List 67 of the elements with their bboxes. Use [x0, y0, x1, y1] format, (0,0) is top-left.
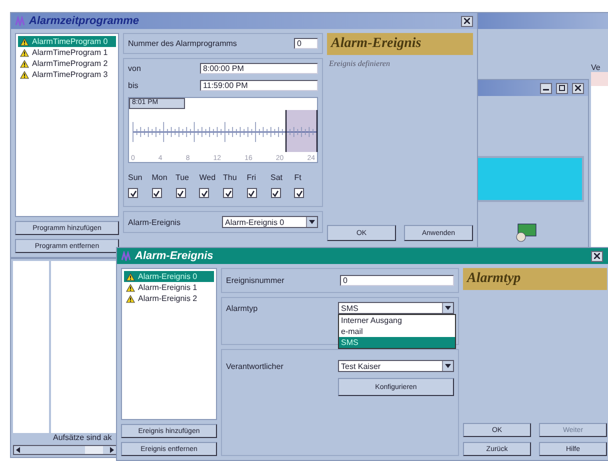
list-item[interactable]: AlarmTimeProgram 0 — [18, 36, 116, 47]
dropdown-arrow-icon[interactable] — [442, 303, 453, 313]
field-label: von — [128, 64, 141, 73]
warning-icon — [20, 48, 29, 56]
checkbox[interactable] — [176, 188, 186, 198]
day-label: Ft — [294, 173, 302, 182]
list-item[interactable]: AlarmTimeProgram 3 — [18, 69, 116, 80]
list-item[interactable]: Alarm-Ereignis 0 — [124, 271, 214, 282]
warning-icon — [20, 38, 29, 46]
field-label: Alarm-Ereignis — [128, 218, 180, 226]
device-icon — [514, 222, 538, 242]
event-dropdown[interactable]: Alarm-Ereignis 0 — [222, 216, 318, 228]
dropdown-option[interactable]: SMS — [339, 337, 455, 348]
input-field[interactable]: 11:59:00 PM — [200, 80, 318, 91]
minimize-button[interactable] — [540, 82, 552, 94]
day-label: Thu — [223, 173, 238, 182]
dropdown-arrow-icon[interactable] — [442, 361, 453, 371]
window-title: Alarm-Ereignis — [135, 250, 214, 262]
field-label: Verantwortlicher — [226, 362, 284, 370]
checkbox[interactable] — [246, 188, 257, 198]
day-label: Sat — [270, 173, 284, 182]
day-label: Sun — [128, 173, 144, 182]
window-title: Alarmzeitprogramme — [29, 15, 140, 27]
list-item[interactable]: AlarmTimeProgram 2 — [18, 58, 116, 69]
input-field[interactable]: 8:00:00 PM — [200, 63, 318, 74]
app-logo-icon — [121, 251, 131, 261]
warning-icon — [20, 70, 29, 78]
close-button[interactable] — [572, 82, 584, 94]
input-field[interactable]: 0 — [340, 275, 454, 286]
field-label: Alarmtyp — [226, 304, 258, 312]
field-label: Nummer des Alarmprogramms — [128, 39, 237, 48]
responsible-dropdown[interactable]: Test Kaiser — [338, 360, 454, 372]
list-item[interactable]: Alarm-Ereignis 1 — [124, 282, 214, 293]
checkbox[interactable] — [152, 188, 162, 198]
status-text: Aufsätze sind ak — [52, 433, 113, 444]
close-button[interactable] — [591, 250, 603, 262]
checkbox[interactable] — [128, 188, 138, 198]
tab-label[interactable]: Ve — [591, 63, 608, 72]
dropdown-arrow-icon[interactable] — [306, 217, 317, 227]
day-label: Mon — [152, 173, 168, 182]
wizard-subheading: Ereignis definieren — [328, 59, 391, 68]
field-label: bis — [128, 81, 138, 90]
checkbox[interactable] — [223, 188, 233, 198]
maximize-button[interactable] — [556, 82, 568, 94]
warning-icon — [126, 294, 135, 302]
wizard-heading: Alarm-Ereignis — [327, 33, 473, 55]
close-icon — [594, 253, 600, 259]
list-item[interactable]: AlarmTimeProgram 1 — [18, 47, 116, 58]
close-icon — [464, 18, 470, 24]
day-label: Tue — [176, 173, 190, 182]
close-icon — [575, 85, 581, 91]
field-label: Ereignisnummer — [226, 276, 284, 285]
checkbox[interactable] — [270, 188, 280, 198]
checkbox[interactable] — [294, 188, 304, 198]
input-field[interactable]: 0 — [294, 38, 318, 49]
warning-icon — [20, 60, 29, 68]
warning-icon — [126, 272, 135, 280]
app-logo-icon — [15, 16, 25, 26]
list-item[interactable]: Alarm-Ereignis 2 — [124, 293, 214, 304]
wizard-heading: Alarmtyp — [463, 268, 607, 290]
maximize-icon — [559, 85, 565, 91]
checkbox[interactable] — [199, 188, 210, 198]
day-label: Wed — [199, 173, 217, 182]
warning-icon — [126, 284, 135, 292]
close-button[interactable] — [461, 16, 473, 26]
day-label: Fri — [246, 173, 258, 182]
horizontal-scrollbar[interactable] — [13, 445, 117, 455]
